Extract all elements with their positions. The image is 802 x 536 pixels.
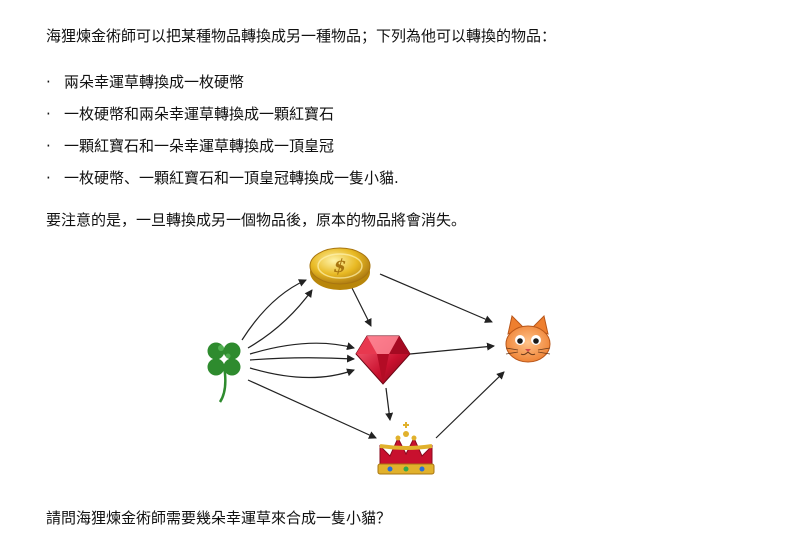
transformation-diagram: $ [207,247,551,475]
intro-text: 海狸煉金術師可以把某種物品轉換成另一種物品；下列為他可以轉換的物品： [46,27,557,45]
arrow-coin-to-cat [379,273,493,323]
arrow-clover-to-ruby [249,342,355,355]
rule-text: 一枚硬幣和兩朵幸運草轉換成一顆紅寶石 [64,105,335,123]
crown-icon [377,422,435,475]
rule-text: 一枚硬幣、一顆紅寶石和一頂皇冠轉換成一隻小貓. [64,169,399,187]
rule-text: 兩朵幸運草轉換成一枚硬幣 [64,73,245,91]
clover-icon [207,342,241,403]
bullet-mark: · [46,169,51,187]
question-text: 請問海狸煉金術師需要幾朵幸運草來合成一隻小貓？ [46,509,392,527]
arrow-clover-to-crown [247,379,377,439]
ruby-icon [355,335,411,385]
bullet-mark: · [46,73,51,91]
cat-icon [505,315,551,363]
arrow-ruby-to-cat [409,342,495,355]
arrow-clover-to-ruby [249,354,355,363]
rule-text: 一顆紅寶石和一朵幸運草轉換成一頂皇冠 [64,137,335,155]
arrow-coin-to-ruby [351,287,372,327]
coin-icon: $ [309,247,371,290]
arrow-ruby-to-crown [385,387,394,421]
arrow-crown-to-cat [435,371,505,439]
bullet-mark: · [46,105,51,123]
bullet-mark: · [46,137,51,155]
note-text: 要注意的是，一旦轉換成另一個物品後，原本的物品將會消失。 [46,211,467,229]
arrow-clover-to-ruby [249,367,355,379]
